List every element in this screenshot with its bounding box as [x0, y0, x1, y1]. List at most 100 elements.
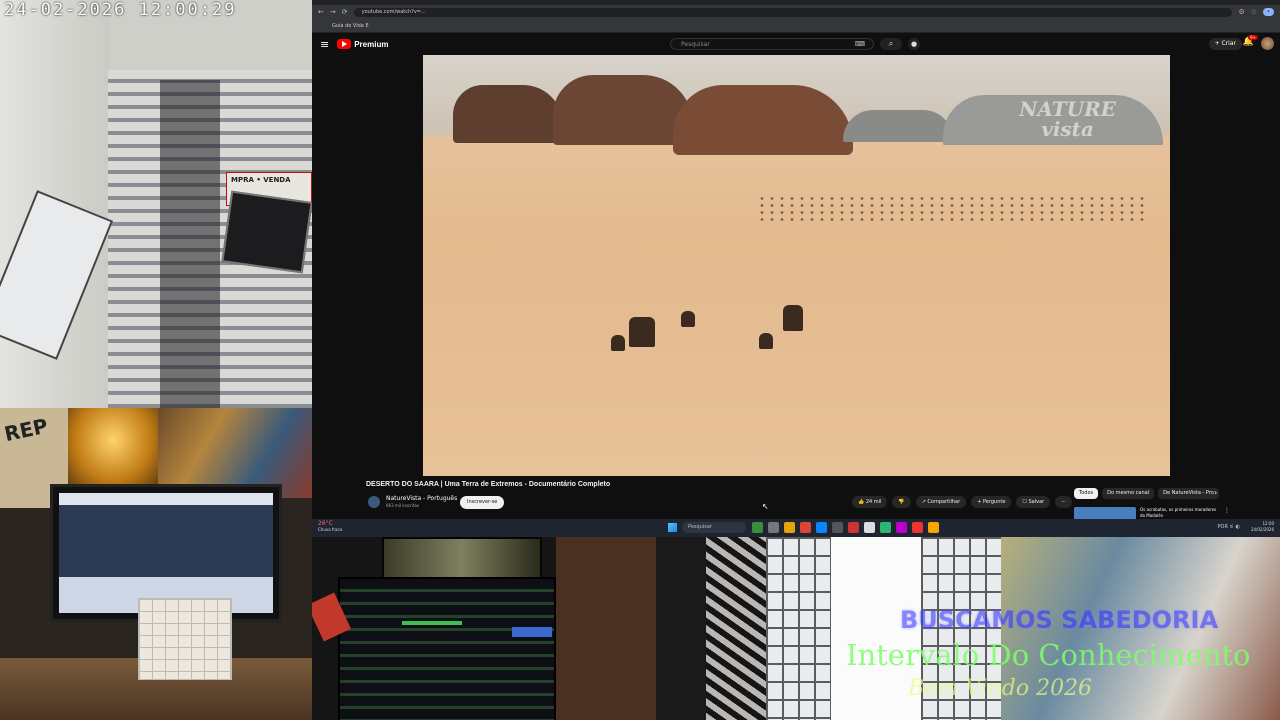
camel	[611, 335, 625, 351]
video-actions: 👍 24 mil 👎 ↗ Compartilhar + Pergunte ☐ S…	[852, 496, 1073, 508]
app-icon[interactable]	[848, 522, 859, 533]
rock-formation	[673, 85, 853, 155]
youtube-logo[interactable]: Premium	[337, 39, 388, 49]
channel-subscribers: 663 mil inscritos	[386, 503, 420, 508]
graffiti-wall	[706, 537, 766, 720]
watermark-line2: vista	[1041, 117, 1094, 141]
extensions-icon[interactable]: ⚙	[1238, 8, 1244, 16]
camel	[759, 333, 773, 349]
chrome-icon[interactable]	[800, 522, 811, 533]
more-vert-icon[interactable]: ⋮	[1224, 507, 1230, 514]
overlay-subtitle: Intervalo Do Conhecimento	[846, 638, 1251, 672]
search-icon[interactable]: ⌕	[880, 38, 902, 50]
ask-button[interactable]: + Pergunte	[971, 496, 1012, 508]
share-button[interactable]: ↗ Compartilhar	[915, 496, 967, 508]
screen: MPRA • VENDA 24-02-2026 12:00:29 ← → ⟳ y…	[0, 0, 1280, 720]
recommended-title[interactable]: Os acrobatas, os primeiros moradores do …	[1140, 507, 1220, 519]
weather-widget[interactable]: 26°C Chuva fraca	[318, 521, 342, 533]
bookmark-item[interactable]: Guia de Vida E	[332, 23, 369, 29]
edge-icon[interactable]	[816, 522, 827, 533]
video-title: DESERTO DO SAARA | Uma Terra de Extremos…	[366, 481, 611, 488]
sale-sign-text: MPRA • VENDA	[231, 176, 291, 184]
keyboard-icon[interactable]: ⌨	[855, 40, 873, 48]
camel	[783, 305, 803, 331]
windows-start-icon[interactable]	[668, 523, 677, 532]
taskbar-apps	[752, 522, 939, 533]
watermark-line1: NATURE	[1019, 97, 1116, 121]
editing-monitor	[338, 577, 556, 720]
window	[766, 537, 831, 720]
save-button[interactable]: ☐ Salvar	[1016, 496, 1051, 508]
tray-icons[interactable]: POR ⚟ ◐	[1218, 524, 1240, 530]
monitor-screen	[59, 493, 273, 613]
star-icon[interactable]: ☆	[1251, 8, 1257, 16]
taskbar-search[interactable]: Pesquisar	[682, 522, 746, 533]
address-bar: ← → ⟳ youtube.com/watch?v=... ⚙ ☆ •	[312, 5, 1280, 19]
avatar[interactable]	[1261, 37, 1274, 50]
app-icon[interactable]	[864, 522, 875, 533]
notification-badge: 9+	[1248, 35, 1258, 40]
file-explorer-icon[interactable]	[784, 522, 795, 533]
wooden-door	[556, 537, 656, 720]
url-field[interactable]: youtube.com/watch?v=...	[353, 7, 1233, 17]
mouse-cursor-icon: ↖	[762, 502, 769, 511]
rock-formation	[553, 75, 693, 145]
camel	[629, 317, 655, 347]
lamp	[68, 408, 158, 488]
rock-formation	[453, 85, 563, 143]
channel-name[interactable]: NatureVista - Português	[386, 495, 457, 502]
task-view-icon[interactable]	[768, 522, 779, 533]
app-icon[interactable]	[752, 522, 763, 533]
clock-date: 24/02/2026	[1250, 527, 1274, 532]
distant-mountains	[843, 110, 953, 142]
gate-shadow	[160, 80, 220, 408]
camera-top-left: MPRA • VENDA 24-02-2026 12:00:29	[0, 0, 312, 408]
more-actions-button[interactable]: ⋯	[1055, 496, 1073, 508]
camera-bottom-middle	[312, 537, 556, 720]
calendar	[138, 598, 232, 680]
chip-all[interactable]: Todos	[1074, 488, 1099, 499]
camera-timestamp: 24-02-2026 12:00:29	[4, 0, 237, 20]
video-player[interactable]: NATURE vista	[423, 55, 1170, 476]
chevron-right-icon[interactable]: ›	[1214, 488, 1217, 497]
poster-text: REP	[2, 413, 50, 447]
audio-meter	[402, 621, 462, 625]
bookmarks-bar: Guia de Vida E	[312, 19, 1280, 33]
channel-avatar[interactable]	[368, 496, 380, 508]
shelf	[656, 537, 706, 720]
weather-desc: Chuva fraca	[318, 527, 343, 532]
youtube-header: ≡ Premium Pesquisar ⌨ ⌕ ● + Criar 🔔 9+	[312, 33, 1280, 55]
profile-pill[interactable]: •	[1263, 8, 1274, 16]
subscribe-button[interactable]: Inscrever-se	[460, 496, 505, 509]
clock[interactable]: 12:00 24/02/2026	[1251, 521, 1274, 533]
overlay-greeting: Bem Vindo 2026	[908, 676, 1093, 701]
create-button[interactable]: + Criar	[1208, 38, 1242, 50]
timeline-clip	[512, 627, 552, 637]
overlay-title: BUSCAMOS SABEDORIA	[900, 606, 1219, 634]
tray-lang: POR	[1217, 524, 1228, 530]
vlc-icon[interactable]	[928, 522, 939, 533]
forward-icon[interactable]: →	[330, 8, 336, 16]
search-input[interactable]: Pesquisar	[671, 41, 855, 48]
reload-icon[interactable]: ⟳	[342, 8, 348, 16]
app-icon[interactable]	[880, 522, 891, 533]
menu-icon[interactable]: ≡	[320, 38, 329, 51]
recommendation-chips: Todos Do mesmo canal De NatureVista - Pr…	[1074, 488, 1219, 499]
app-icon[interactable]	[912, 522, 923, 533]
browser-window: ← → ⟳ youtube.com/watch?v=... ⚙ ☆ • Guia…	[312, 0, 1280, 537]
camel	[681, 311, 695, 327]
app-icon[interactable]	[896, 522, 907, 533]
like-button[interactable]: 👍 24 mil	[852, 496, 888, 508]
weather-temp: 26°C	[318, 520, 333, 527]
search-box[interactable]: Pesquisar ⌨	[670, 38, 874, 50]
store-icon[interactable]	[832, 522, 843, 533]
dislike-button[interactable]: 👎	[892, 496, 911, 508]
dark-laptop	[221, 190, 312, 274]
microphone-icon[interactable]: ●	[908, 38, 920, 50]
taskbar: 26°C Chuva fraca Pesquisar POR ⚟ ◐ 12:00…	[312, 519, 1280, 537]
chip-from-channel[interactable]: De NatureVista - Pro	[1158, 488, 1219, 499]
youtube-play-icon	[337, 39, 352, 49]
camel-herd	[757, 195, 1147, 225]
back-icon[interactable]: ←	[318, 8, 324, 16]
chip-same-channel[interactable]: Do mesmo canal	[1102, 488, 1155, 499]
